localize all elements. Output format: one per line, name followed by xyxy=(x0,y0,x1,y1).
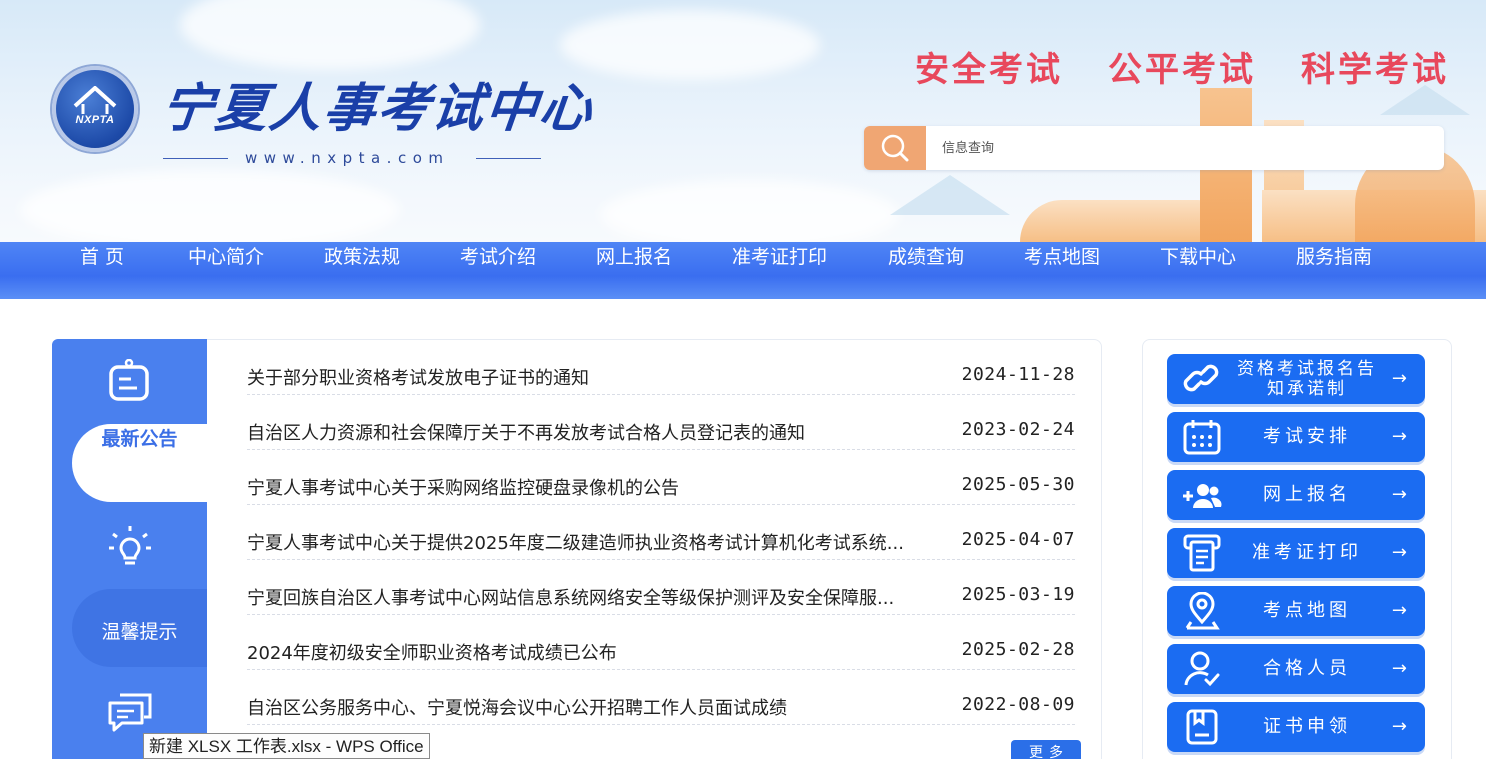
quick-link-label: 考点地图 xyxy=(1263,600,1351,621)
cloud-decoration xyxy=(180,0,480,70)
news-title[interactable]: 自治区人力资源和社会保障厅关于不再发放考试合格人员登记表的通知 xyxy=(247,419,947,445)
quick-link-label: 考试安排 xyxy=(1263,426,1351,447)
news-title[interactable]: 2024年度初级安全师职业资格考试成绩已公布 xyxy=(247,639,947,665)
mountain-decoration xyxy=(890,175,1010,215)
map-pin-icon xyxy=(1185,592,1220,630)
lightbulb-icon xyxy=(109,526,151,565)
quick-link-qualified-personnel[interactable]: 合格人员 → xyxy=(1167,644,1425,694)
nav-exam-intro[interactable]: 考试介绍 xyxy=(460,242,536,299)
slogan-fair: 公平考试 xyxy=(1108,50,1256,90)
slogan-scientific: 科学考试 xyxy=(1301,50,1449,90)
news-row[interactable]: 自治区人力资源和社会保障厅关于不再发放考试合格人员登记表的通知 2023-02-… xyxy=(247,395,1075,450)
nav-exam-map[interactable]: 考点地图 xyxy=(1024,242,1100,299)
cloud-decoration xyxy=(600,180,900,242)
search-icon xyxy=(881,134,909,162)
news-date: 2025-04-07 xyxy=(961,529,1075,550)
logo-text: NXPTA xyxy=(75,114,115,126)
roof-icon xyxy=(73,86,117,114)
certificate-icon xyxy=(1186,709,1218,745)
news-date: 2025-02-28 xyxy=(961,639,1075,660)
add-user-icon xyxy=(1183,484,1222,508)
quick-link-label: 网上报名 xyxy=(1263,484,1351,505)
news-row[interactable]: 宁夏人事考试中心关于提供2025年度二级建造师执业资格考试计算机化考试系统...… xyxy=(247,505,1075,560)
quick-link-label: 证书申领 xyxy=(1263,716,1351,737)
nav-service-guide[interactable]: 服务指南 xyxy=(1296,242,1372,299)
arrow-right-icon: → xyxy=(1391,600,1407,621)
cloud-decoration xyxy=(560,10,820,80)
news-date: 2025-05-30 xyxy=(961,474,1075,495)
nav-about[interactable]: 中心简介 xyxy=(188,242,264,299)
site-header: NXPTA 宁夏人事考试中心 www.nxpta.com 安全考试 公平考试 科… xyxy=(0,0,1486,242)
news-title[interactable]: 宁夏回族自治区人事考试中心网站信息系统网络安全等级保护测评及安全保障服... xyxy=(247,584,947,610)
quick-link-online-registration[interactable]: 网上报名 → xyxy=(1167,470,1425,520)
divider xyxy=(476,158,541,159)
notice-board-icon xyxy=(109,359,149,401)
search-box xyxy=(864,126,1444,170)
news-row[interactable]: 2024年度初级安全师职业资格考试成绩已公布 2025-02-28 xyxy=(247,615,1075,670)
quick-link-commitment[interactable]: 资格考试报名告知承诺制 → xyxy=(1167,354,1425,404)
tab-tips-label[interactable]: 温馨提示 xyxy=(72,617,207,644)
slogan-safe: 安全考试 xyxy=(915,50,1063,90)
news-row[interactable]: 宁夏人事考试中心关于采购网络监控硬盘录像机的公告 2025-05-30 xyxy=(247,450,1075,505)
site-title: 宁夏人事考试中心 xyxy=(158,78,597,139)
site-logo[interactable]: NXPTA xyxy=(52,66,138,152)
tab-latest-notice-label[interactable]: 最新公告 xyxy=(72,424,207,502)
arrow-right-icon: → xyxy=(1391,426,1407,447)
arrow-right-icon: → xyxy=(1391,484,1407,505)
arrow-right-icon: → xyxy=(1391,716,1407,737)
divider xyxy=(163,158,228,159)
quick-link-exam-schedule[interactable]: 考试安排 → xyxy=(1167,412,1425,462)
nav-admission-print[interactable]: 准考证打印 xyxy=(732,242,827,299)
news-row[interactable]: 宁夏回族自治区人事考试中心网站信息系统网络安全等级保护测评及安全保障服... 2… xyxy=(247,560,1075,615)
user-check-icon xyxy=(1184,651,1220,687)
search-input[interactable] xyxy=(928,126,1428,170)
quick-link-admission-print[interactable]: 准考证打印 → xyxy=(1167,528,1425,578)
main-nav: 首 页 中心简介 政策法规 考试介绍 网上报名 准考证打印 成绩查询 考点地图 … xyxy=(0,242,1486,299)
taskbar-tooltip: 新建 XLSX 工作表.xlsx - WPS Office xyxy=(143,733,430,759)
news-title[interactable]: 关于部分职业资格考试发放电子证书的通知 xyxy=(247,364,947,390)
news-date: 2022-08-09 xyxy=(961,694,1075,715)
nav-home[interactable]: 首 页 xyxy=(80,242,124,299)
more-button[interactable]: 更多 xyxy=(1011,740,1081,759)
quick-link-certificate-application[interactable]: 证书申领 → xyxy=(1167,702,1425,752)
cloud-decoration xyxy=(20,170,400,242)
news-title[interactable]: 宁夏人事考试中心关于采购网络监控硬盘录像机的公告 xyxy=(247,474,947,500)
news-date: 2025-03-19 xyxy=(961,584,1075,605)
quick-link-exam-map[interactable]: 考点地图 → xyxy=(1167,586,1425,636)
arrow-right-icon: → xyxy=(1391,542,1407,563)
nav-online-registration[interactable]: 网上报名 xyxy=(596,242,672,299)
print-icon xyxy=(1183,534,1221,572)
nav-downloads[interactable]: 下载中心 xyxy=(1160,242,1236,299)
quick-link-label: 准考证打印 xyxy=(1252,542,1362,563)
search-button[interactable] xyxy=(864,126,926,170)
news-title[interactable]: 自治区公务服务中心、宁夏悦海会议中心公开招聘工作人员面试成绩 xyxy=(247,694,947,720)
nav-policy[interactable]: 政策法规 xyxy=(324,242,400,299)
site-url: www.nxpta.com xyxy=(245,149,450,167)
calendar-icon xyxy=(1183,420,1221,455)
news-title[interactable]: 宁夏人事考试中心关于提供2025年度二级建造师执业资格考试计算机化考试系统... xyxy=(247,529,947,555)
quick-link-label: 合格人员 xyxy=(1263,658,1351,679)
nav-score-query[interactable]: 成绩查询 xyxy=(888,242,964,299)
quick-link-label: 资格考试报名告知承诺制 xyxy=(1237,359,1377,399)
news-row[interactable]: 关于部分职业资格考试发放电子证书的通知 2024-11-28 xyxy=(247,340,1075,395)
news-date: 2023-02-24 xyxy=(961,419,1075,440)
link-icon xyxy=(1183,364,1219,392)
chat-icon xyxy=(108,693,152,732)
arrow-right-icon: → xyxy=(1391,658,1407,679)
news-row[interactable]: 自治区公务服务中心、宁夏悦海会议中心公开招聘工作人员面试成绩 2022-08-0… xyxy=(247,670,1075,725)
notice-tabs: 最新公告 温馨提示 xyxy=(52,339,207,759)
news-list: 关于部分职业资格考试发放电子证书的通知 2024-11-28 自治区人力资源和社… xyxy=(207,339,1102,759)
news-date: 2024-11-28 xyxy=(961,364,1075,385)
arrow-right-icon: → xyxy=(1391,368,1407,389)
